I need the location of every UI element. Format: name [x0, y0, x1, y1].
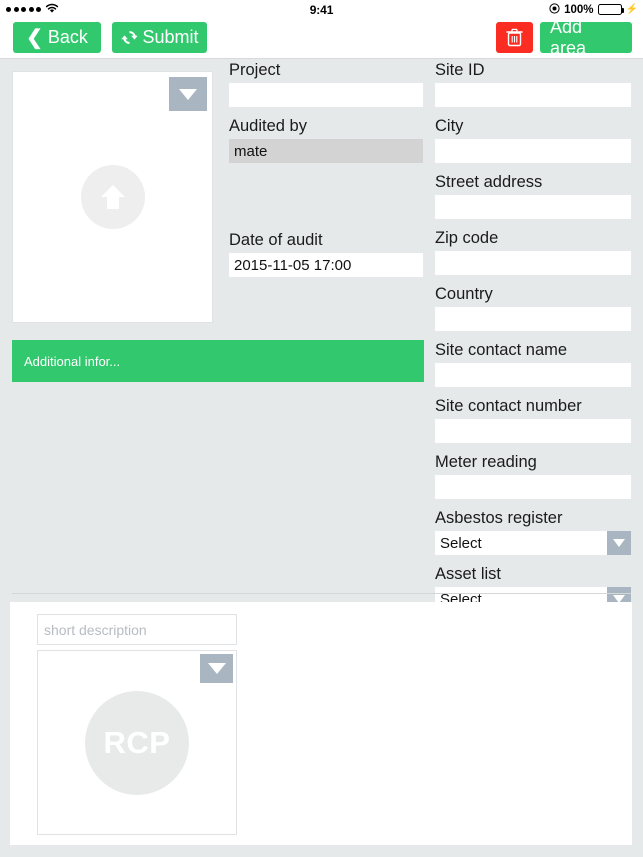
field-zip-code-input[interactable]: [435, 251, 631, 275]
site-photo-dropdown-button[interactable]: [169, 77, 207, 111]
additional-information-label: Additional infor...: [24, 353, 121, 369]
field-asset-list-label: Asset list: [435, 565, 502, 583]
field-asbestos-register-value[interactable]: Select: [435, 531, 631, 555]
middle-form-column: Project Audited by mate Date of audit 20…: [229, 60, 423, 286]
status-bar-time: 9:41: [309, 2, 334, 17]
field-street-address-input[interactable]: [435, 195, 631, 219]
field-site-contact-number-input[interactable]: [435, 419, 631, 443]
field-site-id-input[interactable]: [435, 83, 631, 107]
field-street-address-label: Street address: [435, 173, 543, 191]
field-zip-code: Zip code: [435, 228, 631, 275]
field-date-of-audit-input[interactable]: 2015-11-05 17:00: [229, 253, 423, 277]
area-photo-dropdown-button[interactable]: [200, 654, 233, 683]
field-project-input[interactable]: [229, 83, 423, 107]
refresh-sync-icon: [120, 28, 139, 47]
chevron-left-icon: ❮: [26, 26, 43, 49]
toolbar: ❮ Back Submit Add area: [0, 17, 643, 59]
field-site-contact-number-label: Site contact number: [435, 397, 582, 415]
add-area-button[interactable]: Add area: [540, 17, 632, 58]
field-site-id: Site ID: [435, 60, 631, 107]
back-button-label: Back: [47, 27, 88, 47]
area-photo-upload-box[interactable]: RCP: [37, 650, 237, 835]
field-site-contact-number: Site contact number: [435, 396, 631, 443]
chevron-down-icon: [179, 88, 197, 100]
upload-arrow-icon: [80, 165, 145, 229]
back-button[interactable]: ❮ Back: [13, 22, 101, 53]
charging-bolt-icon: ⚡: [625, 3, 638, 15]
status-bar: 9:41 100% ⚡: [0, 0, 643, 19]
additional-information-button[interactable]: Additional infor...: [12, 340, 424, 382]
column-spacer: [229, 172, 423, 230]
field-asbestos-register-select[interactable]: Select: [435, 531, 631, 555]
field-asbestos-register-label: Asbestos register: [435, 509, 563, 527]
battery-icon: [597, 4, 624, 15]
site-photo-upload-box[interactable]: [12, 71, 213, 323]
form-area: Additional infor... Project Audited by m…: [0, 60, 643, 687]
field-audited-by-input: mate: [229, 139, 423, 163]
field-meter-reading-label: Meter reading: [435, 453, 537, 471]
field-asbestos-register-arrow-button[interactable]: [607, 531, 631, 555]
rcp-placeholder-label: RCP: [103, 724, 171, 760]
field-site-contact-name-input[interactable]: [435, 363, 631, 387]
submit-button[interactable]: Submit: [112, 22, 207, 53]
field-asbestos-register: Asbestos register Select: [435, 508, 631, 555]
area-panel: RCP: [10, 602, 632, 845]
field-street-address: Street address: [435, 172, 631, 219]
field-city-input[interactable]: [435, 139, 631, 163]
field-country-input[interactable]: [435, 307, 631, 331]
trash-icon: [506, 28, 523, 47]
status-bar-right: 100% ⚡: [549, 2, 638, 17]
delete-button[interactable]: [496, 22, 533, 53]
field-site-contact-name: Site contact name: [435, 340, 631, 387]
right-form-column: Site ID City Street address Zip code Cou…: [435, 60, 631, 696]
battery-percent-label: 100%: [564, 3, 594, 16]
field-audited-by: Audited by mate: [229, 116, 423, 163]
field-country: Country: [435, 284, 631, 331]
chevron-down-icon: [207, 663, 226, 674]
field-project-label: Project: [229, 61, 281, 79]
field-date-of-audit: Date of audit 2015-11-05 17:00: [229, 230, 423, 277]
field-meter-reading-input[interactable]: [435, 475, 631, 499]
chevron-down-icon: [613, 539, 625, 547]
field-site-id-label: Site ID: [435, 61, 485, 79]
field-project: Project: [229, 60, 423, 107]
section-divider: [12, 593, 631, 594]
field-site-contact-name-label: Site contact name: [435, 341, 568, 359]
field-country-label: Country: [435, 285, 493, 303]
add-area-button-label: Add area: [550, 16, 587, 58]
location-icon: [549, 2, 560, 17]
field-city-label: City: [435, 117, 464, 135]
field-date-of-audit-label: Date of audit: [229, 231, 323, 249]
rcp-placeholder-icon: RCP: [85, 690, 189, 795]
field-city: City: [435, 116, 631, 163]
area-description-input[interactable]: [37, 614, 237, 645]
field-zip-code-label: Zip code: [435, 229, 499, 247]
field-meter-reading: Meter reading: [435, 452, 631, 499]
field-audited-by-label: Audited by: [229, 117, 307, 135]
submit-button-label: Submit: [142, 27, 199, 47]
